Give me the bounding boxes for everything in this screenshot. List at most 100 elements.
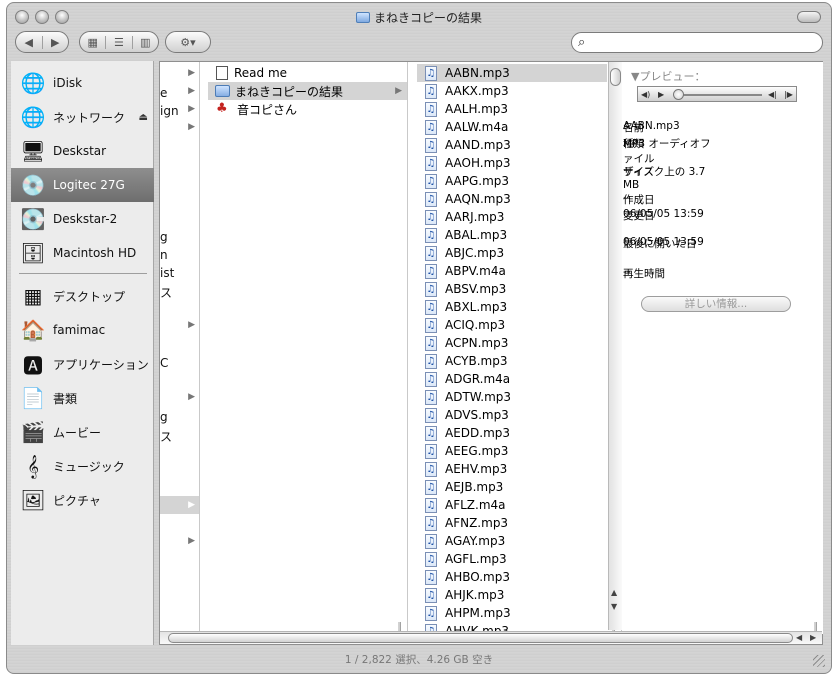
file-row[interactable]: ♫ AFLZ.m4a <box>417 496 607 514</box>
scroll-up-arrow[interactable]: ▲ <box>611 588 617 597</box>
file-row[interactable]: ♫ ADVS.mp3 <box>417 406 607 424</box>
sidebar-item[interactable]: 🖼 ピクチャ <box>11 483 154 517</box>
file-name: ACYB.mp3 <box>445 354 508 368</box>
file-row[interactable]: ♫ ADTW.mp3 <box>417 388 607 406</box>
scroll-left-arrow[interactable]: ◀ <box>796 633 802 642</box>
volume-icon[interactable]: ◀) <box>641 90 650 99</box>
file-row[interactable]: ♫ AALW.m4a <box>417 118 607 136</box>
file-row[interactable]: ♫ AABN.mp3 <box>417 64 607 82</box>
audio-file-icon: ♫ <box>425 101 437 117</box>
truncated-item-label[interactable]: C <box>160 356 168 370</box>
sidebar-item[interactable]: 🌐 iDisk <box>11 66 154 100</box>
file-row[interactable]: ♫ AEJB.mp3 <box>417 478 607 496</box>
file-row[interactable]: ♫ AAPG.mp3 <box>417 172 607 190</box>
file-row[interactable]: ♫ ABJC.mp3 <box>417 244 607 262</box>
truncated-item-label[interactable]: g <box>160 230 168 244</box>
sidebar-item[interactable]: ▦ デスクトップ <box>11 279 154 313</box>
file-row[interactable]: ♫ ADGR.m4a <box>417 370 607 388</box>
playback-track[interactable] <box>676 94 762 96</box>
audio-file-icon: ♫ <box>425 155 437 171</box>
back-icon[interactable]: ◀ <box>16 36 42 49</box>
sidebar-item[interactable]: 🖥 Deskstar <box>11 134 154 168</box>
sidebar-item[interactable]: 🅰 アプリケーション <box>11 347 154 381</box>
toolbar-toggle-button[interactable] <box>797 11 821 23</box>
file-name: AEHV.mp3 <box>445 462 508 476</box>
file-row[interactable]: ♫ AARJ.mp3 <box>417 208 607 226</box>
sidebar-item-label: famimac <box>53 323 106 337</box>
more-info-button[interactable]: 詳しい情報... <box>641 296 791 312</box>
sidebar-item[interactable]: 🌐 ネットワーク ⏏ <box>11 100 154 134</box>
folder-arrow-icon: ▶ <box>188 122 195 132</box>
file-row[interactable]: ♫ AGFL.mp3 <box>417 550 607 568</box>
file-row[interactable]: ♫ ACIQ.mp3 <box>417 316 607 334</box>
column-3-file-list[interactable]: ‖ ♫AABN.mp3♫AAKX.mp3♫AALH.mp3♫AALW.m4a♫A… <box>417 62 622 634</box>
resize-grip[interactable] <box>813 655 825 667</box>
sidebar-item-label: アプリケーション <box>53 357 149 372</box>
list-view-icon[interactable]: ☰ <box>105 35 131 49</box>
forward-icon[interactable]: ▶ <box>41 35 69 49</box>
sidebar-item[interactable]: 💿 Logitec 27G <box>11 168 154 202</box>
file-row[interactable]: ♫ ACPN.mp3 <box>417 334 607 352</box>
file-row[interactable]: ♫ AAQN.mp3 <box>417 190 607 208</box>
file-row[interactable]: ♫ AAND.mp3 <box>417 136 607 154</box>
truncated-item-label[interactable]: ス <box>160 428 172 445</box>
file-row[interactable]: ♫ AHPM.mp3 <box>417 604 607 622</box>
file-row[interactable]: ♫ AGAY.mp3 <box>417 532 607 550</box>
truncated-item-label[interactable]: g <box>160 410 168 424</box>
sidebar-item[interactable]: 𝄞 ミュージック <box>11 449 154 483</box>
title-bar[interactable]: まねきコピーの結果 <box>7 3 831 27</box>
vertical-scrollbar[interactable]: ▲ ▼ <box>608 62 622 630</box>
search-field[interactable]: ⌕ <box>571 32 823 53</box>
file-row[interactable]: ♫ ACYB.mp3 <box>417 352 607 370</box>
file-row[interactable]: ♫ AFNZ.mp3 <box>417 514 607 532</box>
action-menu-button[interactable]: ⚙▾ <box>165 31 211 53</box>
file-row[interactable]: ♫ AHBO.mp3 <box>417 568 607 586</box>
sidebar-item[interactable]: 📄 書類 <box>11 381 154 415</box>
sidebar-item[interactable]: 🎬 ムービー <box>11 415 154 449</box>
music-icon: 𝄞 <box>27 454 39 478</box>
sidebar-item-label: ムービー <box>53 425 102 440</box>
file-row[interactable]: ♫ AEDD.mp3 <box>417 424 607 442</box>
sidebar: 🌐 iDisk 🌐 ネットワーク ⏏ 🖥 Deskstar 💿 Logitec 27G 💽 Desk… <box>11 61 154 645</box>
file-row[interactable]: ♫ ABPV.m4a <box>417 262 607 280</box>
audio-file-icon: ♫ <box>425 443 437 459</box>
file-name: ABPV.m4a <box>445 264 506 278</box>
column-1[interactable]: e ign g n ist ス Cg ス ▶ ▶ ▶ ▶ ▶ ▶ ▶ ▶ <box>160 62 200 634</box>
file-row[interactable]: ♫ ABXL.mp3 <box>417 298 607 316</box>
scroll-thumb[interactable] <box>610 68 621 86</box>
column-view-icon[interactable]: ▥ <box>131 35 158 49</box>
file-row[interactable]: ♫ AHJK.mp3 <box>417 586 607 604</box>
list-item[interactable]: Read me <box>208 64 407 82</box>
horizontal-scrollbar[interactable]: ◀ ▶ <box>160 631 822 644</box>
icon-view-icon[interactable]: ▦ <box>80 36 105 49</box>
document-icon <box>216 66 228 80</box>
truncated-item-label[interactable]: ign <box>160 104 179 118</box>
sidebar-item[interactable]: 🏠 famimac <box>11 313 154 347</box>
file-row[interactable]: ♫ AAKX.mp3 <box>417 82 607 100</box>
file-row[interactable]: ♫ ABSV.mp3 <box>417 280 607 298</box>
eject-icon[interactable]: ⏏ <box>139 112 148 123</box>
file-row[interactable]: ♫ AEHV.mp3 <box>417 460 607 478</box>
truncated-item-label[interactable]: e <box>160 86 167 100</box>
scroll-thumb[interactable] <box>168 633 793 643</box>
sidebar-item[interactable]: 💽 Deskstar-2 <box>11 202 154 236</box>
file-row[interactable]: ♫ AALH.mp3 <box>417 100 607 118</box>
truncated-item-label[interactable]: ist <box>160 266 174 280</box>
disk-icon: 💽 <box>20 207 46 231</box>
list-item[interactable]: ♣ 音コピさん <box>208 100 407 118</box>
sidebar-item[interactable]: 🗄 Macintosh HD <box>11 236 154 270</box>
truncated-item-label[interactable]: n <box>160 248 168 262</box>
play-icon[interactable]: ▶ <box>658 90 664 99</box>
rewind-icon[interactable]: ◀| <box>768 90 777 99</box>
column-2[interactable]: ‖ Read me まねきコピーの結果 ▶ ♣ 音コピさん <box>208 62 408 634</box>
playback-knob[interactable] <box>673 89 684 100</box>
scroll-down-arrow[interactable]: ▼ <box>611 602 617 611</box>
file-row[interactable]: ♫ AAOH.mp3 <box>417 154 607 172</box>
fast-forward-icon[interactable]: |▶ <box>784 90 793 99</box>
file-row[interactable]: ♫ AEEG.mp3 <box>417 442 607 460</box>
scroll-right-arrow[interactable]: ▶ <box>810 633 816 642</box>
list-item[interactable]: まねきコピーの結果 ▶ <box>208 82 407 100</box>
truncated-item-label[interactable]: ス <box>160 284 172 301</box>
preview-heading[interactable]: ▼プレビュー： <box>631 68 705 84</box>
file-row[interactable]: ♫ ABAL.mp3 <box>417 226 607 244</box>
